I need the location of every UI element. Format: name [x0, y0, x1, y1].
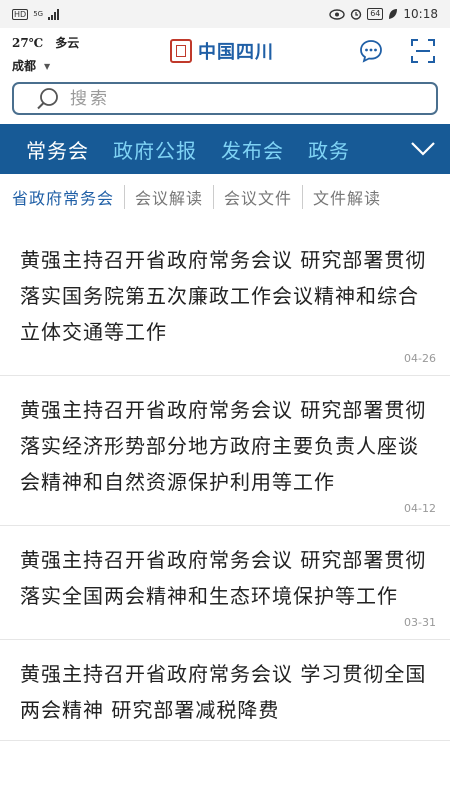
channel-tab-press[interactable]: 发布会	[221, 135, 284, 164]
news-date: 04-12	[404, 502, 436, 515]
clock: 10:18	[403, 7, 438, 21]
network-label: 5G	[33, 9, 44, 18]
status-left: HD 5G	[12, 8, 60, 20]
channel-tabs: 常务会 政府公报 发布会 政务	[26, 124, 396, 174]
expand-channels-button[interactable]	[396, 124, 450, 174]
subtab-meeting-interpretation[interactable]: 会议解读	[124, 185, 213, 209]
network-type: 5G	[33, 9, 44, 18]
channel-bar: 常务会 政府公报 发布会 政务	[0, 124, 450, 174]
sub-tabs: 省政府常务会 会议解读 会议文件 文件解读	[0, 174, 450, 220]
list-item[interactable]: 黄强主持召开省政府常务会议 学习贯彻全国两会精神 研究部署减税降费	[0, 640, 450, 741]
weather-row: 27℃ 多云	[12, 34, 79, 51]
message-icon[interactable]	[358, 38, 384, 64]
scan-icon[interactable]	[410, 38, 436, 64]
search-input[interactable]	[70, 88, 370, 109]
eye-icon	[329, 8, 345, 20]
news-date: 03-31	[404, 616, 436, 629]
signal-icon	[48, 8, 60, 20]
list-item[interactable]: 黄强主持召开省政府常务会议 研究部署贯彻落实国务院第五次廉政工作会议精神和综合立…	[0, 226, 450, 376]
news-title: 黄强主持召开省政府常务会议 学习贯彻全国两会精神 研究部署减税降费	[20, 662, 427, 722]
news-title: 黄强主持召开省政府常务会议 研究部署贯彻落实经济形势部分地方政府主要负责人座谈会…	[20, 398, 427, 494]
app-header: 27℃ 多云 成都 ▼ 中国四川	[0, 28, 450, 76]
news-title: 黄强主持召开省政府常务会议 研究部署贯彻落实全国两会精神和生态环境保护等工作	[20, 548, 427, 608]
news-title: 黄强主持召开省政府常务会议 研究部署贯彻落实国务院第五次廉政工作会议精神和综合立…	[20, 248, 427, 344]
channel-tab-changwuhui[interactable]: 常务会	[26, 135, 89, 164]
brand-name: 中国四川	[198, 42, 274, 63]
news-list: 黄强主持召开省政府常务会议 研究部署贯彻落实国务院第五次廉政工作会议精神和综合立…	[0, 226, 450, 741]
temperature: 27℃	[12, 36, 44, 50]
list-item[interactable]: 黄强主持召开省政府常务会议 研究部署贯彻落实经济形势部分地方政府主要负责人座谈会…	[0, 376, 450, 526]
subtab-provincial-meeting[interactable]: 省政府常务会	[12, 185, 124, 209]
alarm-icon	[351, 9, 362, 20]
caret-down-icon: ▼	[44, 60, 51, 71]
city-name: 成都	[12, 59, 37, 73]
status-bar: HD 5G 64 10:18	[0, 0, 450, 28]
subtab-meeting-documents[interactable]: 会议文件	[213, 185, 302, 209]
chevron-down-icon	[411, 142, 435, 156]
news-date: 04-26	[404, 352, 436, 365]
weather-condition: 多云	[55, 36, 80, 50]
list-item[interactable]: 黄强主持召开省政府常务会议 研究部署贯彻落实全国两会精神和生态环境保护等工作 0…	[0, 526, 450, 640]
search-box[interactable]	[12, 82, 438, 115]
status-right: 64 10:18	[329, 7, 438, 21]
brand-logo: 中国四川	[170, 38, 274, 64]
battery-icon: 64	[367, 8, 384, 20]
subtab-document-interpretation[interactable]: 文件解读	[302, 185, 391, 209]
hd-icon: HD	[12, 8, 29, 20]
channel-tab-affairs[interactable]: 政务	[308, 135, 350, 164]
weather-widget[interactable]: 27℃ 多云 成都 ▼	[12, 34, 79, 74]
seal-icon	[170, 39, 192, 63]
leaf-icon	[389, 9, 398, 19]
search-icon	[37, 87, 58, 109]
city-selector[interactable]: 成都 ▼	[12, 57, 79, 74]
channel-tab-gazette[interactable]: 政府公报	[113, 135, 197, 164]
